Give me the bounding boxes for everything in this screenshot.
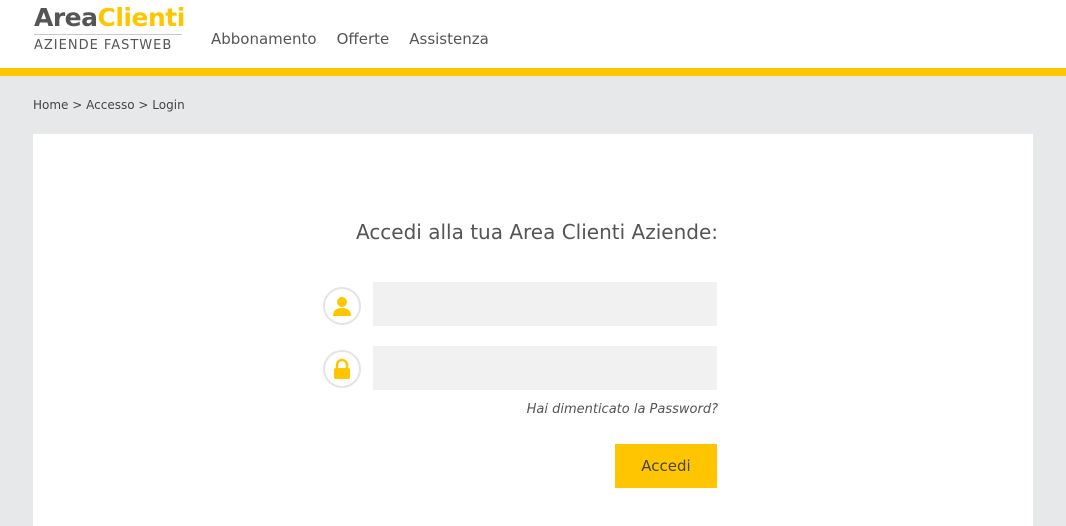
logo[interactable]: AreaClienti AZIENDE FASTWEB [34, 3, 186, 55]
main-nav: Abbonamento Offerte Assistenza [211, 30, 489, 48]
user-icon [323, 287, 361, 325]
breadcrumb-home[interactable]: Home [33, 98, 68, 112]
nav-item-abbonamento[interactable]: Abbonamento [211, 30, 317, 48]
breadcrumb-accesso[interactable]: Accesso [86, 98, 134, 112]
nav-item-offerte[interactable]: Offerte [337, 30, 390, 48]
lock-icon [323, 350, 361, 388]
user-icon-glyph [333, 297, 351, 316]
site-header: AreaClienti AZIENDE FASTWEB Abbonamento … [0, 0, 1066, 68]
login-title: Accedi alla tua Area Clienti Aziende: [355, 220, 718, 244]
header-accent-bar [0, 68, 1066, 76]
username-input[interactable] [373, 282, 717, 326]
logo-part-area: Area [34, 3, 98, 32]
password-input[interactable] [373, 346, 717, 390]
logo-wordmark: AreaClienti [34, 3, 186, 32]
nav-item-assistenza[interactable]: Assistenza [409, 30, 489, 48]
breadcrumb-current: Login [152, 98, 185, 112]
breadcrumb: Home > Accesso > Login [33, 98, 185, 112]
breadcrumb-separator: > [138, 98, 149, 112]
logo-subtitle: AZIENDE FASTWEB [34, 38, 173, 53]
login-button[interactable]: Accedi [615, 444, 717, 488]
forgot-password-link[interactable]: Hai dimenticato la Password? [527, 402, 718, 417]
lock-icon-glyph [334, 358, 350, 379]
login-card: Accedi alla tua Area Clienti Aziende: Ha… [33, 134, 1033, 526]
logo-part-clienti: Clienti [97, 3, 186, 32]
logo-divider [34, 34, 182, 35]
breadcrumb-separator: > [72, 98, 83, 112]
